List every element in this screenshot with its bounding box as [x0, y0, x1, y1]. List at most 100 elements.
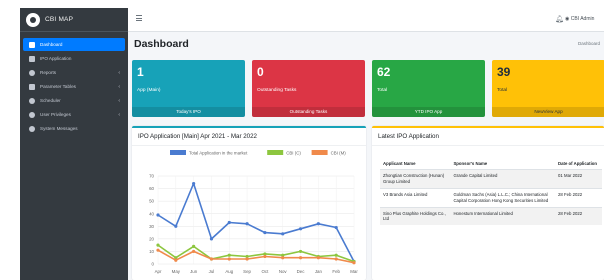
chart-pie-icon — [29, 69, 35, 76]
sidebar: CBI MAP Dashboard IPO Application Report… — [20, 8, 128, 280]
user-name: CBI Admin — [570, 16, 595, 22]
data-point — [263, 254, 267, 259]
data-point — [209, 237, 214, 241]
stat-footer-link[interactable]: Outstanding Tasks — [252, 107, 365, 117]
applicant-cell: Sino Plus Graphite Holdings Co., Ltd — [380, 206, 451, 226]
notification-bell-icon[interactable]: 🔔︎ — [555, 15, 564, 23]
data-point — [192, 244, 196, 248]
brand[interactable]: CBI MAP — [20, 8, 128, 32]
stat-box-newview-app[interactable]: 39 Total NewView App — [492, 60, 604, 117]
hamburger-menu-icon[interactable] — [136, 15, 142, 21]
x-tick-label: Apr — [155, 269, 162, 274]
y-tick-label: 20 — [149, 236, 154, 241]
chevron-left-icon: ‹ — [118, 111, 120, 118]
legend-label: CBI (C) — [286, 151, 301, 156]
data-point — [334, 225, 338, 230]
chart-title: IPO Application [Main] Apr 2021 - Mar 20… — [138, 133, 258, 140]
stat-box-ytd-ipo-app[interactable]: 62 Total YTD IPO App — [372, 60, 485, 117]
data-point — [281, 256, 285, 260]
data-point — [334, 257, 338, 261]
user-menu[interactable]: ◉ CBI Admin — [565, 16, 594, 22]
data-point — [245, 257, 249, 261]
sidebar-item-label: IPO Application — [40, 56, 72, 61]
sponsor-cell: Grande Capital Limited — [450, 169, 556, 189]
data-point — [174, 224, 178, 228]
chevron-left-icon: ‹ — [118, 83, 120, 90]
date-cell: 28 Feb 2022 — [555, 206, 602, 226]
series-line — [157, 244, 355, 263]
legend-label: CBI (M) — [331, 151, 347, 156]
card-divider — [372, 145, 604, 146]
data-point — [156, 213, 160, 217]
latest-ipo-card: Latest IPO Application Applicant Name Sp… — [372, 126, 604, 280]
sidebar-item-dashboard[interactable]: Dashboard — [23, 38, 125, 51]
app-window: CBI MAP Dashboard IPO Application Report… — [0, 0, 604, 280]
data-point — [227, 220, 231, 225]
data-point — [174, 258, 178, 262]
top-navbar: 🔔︎ ◉ CBI Admin — [128, 8, 604, 32]
y-tick-label: 10 — [149, 249, 154, 254]
data-point — [316, 222, 320, 226]
legend-swatch — [170, 150, 186, 155]
sidebar-item-label: System Messages — [40, 126, 78, 131]
data-point — [298, 249, 303, 254]
data-point — [192, 181, 196, 186]
x-tick-label: Jul — [209, 269, 215, 274]
stat-footer-link[interactable]: NewView App — [492, 107, 604, 117]
stat-value: 0 — [257, 65, 264, 79]
chevron-left-icon: ‹ — [118, 97, 120, 104]
stat-box-todays-ipo[interactable]: 1 App (Main) Today's IPO — [132, 60, 245, 117]
sidebar-item-parameter-tables[interactable]: Parameter Tables ‹ — [23, 80, 125, 93]
y-tick-label: 30 — [149, 224, 154, 229]
x-tick-label: Oct — [261, 269, 269, 274]
x-tick-label: Sep — [243, 269, 251, 274]
x-tick-label: Aug — [225, 269, 233, 274]
stat-box-outstanding-tasks[interactable]: 0 Outstanding Tasks Outstanding Tasks — [252, 60, 365, 117]
stat-label: App (Main) — [137, 88, 161, 93]
sponsor-cell: Honestum International Limited — [450, 206, 556, 226]
y-tick-label: 40 — [149, 211, 154, 216]
column-header-date[interactable]: Date of Application — [555, 158, 602, 171]
table-row[interactable]: Zhongtian Construction (Hunan) Group Lim… — [380, 169, 602, 189]
ipo-chart-card: IPO Application [Main] Apr 2021 - Mar 20… — [132, 126, 366, 280]
data-point — [227, 257, 231, 261]
sidebar-item-scheduler[interactable]: Scheduler ‹ — [23, 94, 125, 107]
x-tick-label: Jan — [315, 269, 323, 274]
stat-value: 1 — [137, 65, 144, 79]
x-tick-label: May — [172, 269, 181, 274]
stat-footer-link[interactable]: YTD IPO App — [372, 107, 485, 117]
clock-icon — [29, 97, 35, 104]
stat-value: 62 — [377, 65, 391, 79]
ipo-line-chart: Total Application in the market CBI (C) CB… — [149, 150, 358, 274]
date-cell: 01 Mar 2022 — [555, 169, 602, 189]
latest-ipo-table: Applicant Name Sponsor's Name Date of Ap… — [380, 158, 602, 226]
stat-value: 39 — [497, 65, 511, 79]
breadcrumb[interactable]: Dashboard — [578, 41, 600, 46]
table-row[interactable]: V3 Brands Asia Limited Goldman Sachs (As… — [380, 187, 602, 208]
x-tick-label: Dec — [297, 269, 306, 274]
sidebar-item-reports[interactable]: Reports ‹ — [23, 66, 125, 79]
stat-label: Total — [377, 88, 388, 93]
sidebar-item-ipo-application[interactable]: IPO Application — [23, 52, 125, 65]
legend-label: Total Application in the market — [189, 151, 248, 156]
user-icon — [29, 111, 35, 118]
brand-name: CBI MAP — [45, 16, 74, 23]
sidebar-item-label: User Privileges — [40, 112, 71, 117]
column-header-sponsor[interactable]: Sponsor's Name — [450, 158, 556, 171]
stat-footer-link[interactable]: Today's IPO — [132, 107, 245, 117]
sidebar-item-label: Parameter Tables — [40, 84, 76, 89]
column-header-applicant[interactable]: Applicant Name — [380, 158, 451, 171]
data-point — [316, 256, 320, 260]
page-title: Dashboard — [134, 38, 189, 50]
sidebar-item-user-privileges[interactable]: User Privileges ‹ — [23, 108, 125, 121]
sidebar-item-system-messages[interactable]: System Messages — [23, 122, 125, 135]
data-point — [245, 222, 249, 226]
y-tick-label: 0 — [152, 262, 155, 267]
data-point — [156, 248, 160, 252]
x-tick-label: Nov — [279, 269, 288, 274]
table-row[interactable]: Sino Plus Graphite Holdings Co., Ltd Hon… — [380, 206, 602, 226]
data-point — [209, 257, 214, 261]
sidebar-item-label: Dashboard — [40, 42, 63, 47]
legend-swatch — [267, 150, 284, 155]
x-tick-label: Mar — [350, 269, 358, 274]
